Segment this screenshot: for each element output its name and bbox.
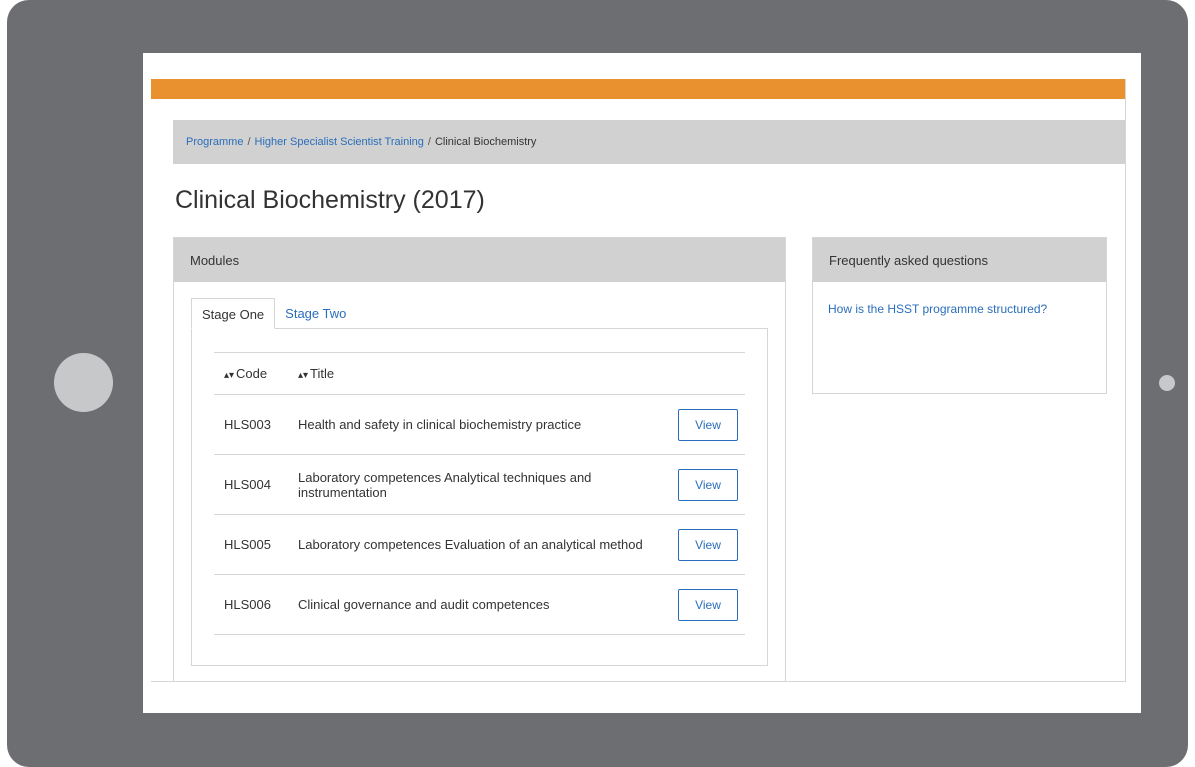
module-title: Laboratory competences Evaluation of an … (298, 514, 678, 575)
module-title: Laboratory competences Analytical techni… (298, 454, 678, 515)
column-code-label: Code (236, 366, 268, 381)
tab-content: ▴▾ Code ▴▾ Title HLS003 Health and safet… (191, 328, 768, 666)
table-header-row: ▴▾ Code ▴▾ Title (214, 352, 745, 395)
action-cell: View (678, 454, 745, 515)
column-header-code[interactable]: ▴▾ Code (214, 352, 298, 395)
view-button[interactable]: View (678, 588, 738, 621)
module-code: HLS006 (214, 574, 298, 635)
screen: Programme / Higher Specialist Scientist … (143, 53, 1141, 713)
action-cell: View (678, 574, 745, 635)
breadcrumb: Programme / Higher Specialist Scientist … (173, 120, 1125, 164)
tab-stage-two[interactable]: Stage Two (275, 298, 356, 329)
stage-tabs: Stage One Stage Two (191, 298, 356, 329)
action-cell: View (678, 394, 745, 455)
modules-panel: Modules Stage One Stage Two ▴▾ Code ▴▾ T… (173, 237, 786, 681)
tablet-frame: Programme / Higher Specialist Scientist … (7, 0, 1188, 767)
home-button (54, 353, 113, 412)
modules-table: ▴▾ Code ▴▾ Title HLS003 Health and safet… (214, 352, 745, 635)
table-row: HLS004 Laboratory competences Analytical… (214, 454, 745, 515)
column-header-title[interactable]: ▴▾ Title (298, 352, 678, 395)
modules-header: Modules (174, 238, 785, 282)
faq-header: Frequently asked questions (813, 238, 1106, 282)
breadcrumb-current: Clinical Biochemistry (434, 136, 537, 148)
module-title: Health and safety in clinical biochemist… (298, 394, 678, 455)
view-button[interactable]: View (678, 408, 738, 441)
table-row: HLS003 Health and safety in clinical bio… (214, 394, 745, 455)
action-cell: View (678, 514, 745, 575)
sort-icon: ▴▾ (224, 370, 235, 381)
page: Programme / Higher Specialist Scientist … (151, 79, 1126, 682)
module-code: HLS005 (214, 514, 298, 575)
camera-dot (1159, 375, 1175, 391)
column-header-action (678, 352, 745, 395)
sort-icon: ▴▾ (298, 370, 309, 381)
tab-stage-one[interactable]: Stage One (191, 298, 276, 329)
faq-link[interactable]: How is the HSST programme structured? (828, 302, 1048, 316)
breadcrumb-link-hsst[interactable]: Higher Specialist Scientist Training (255, 136, 424, 148)
faq-panel: Frequently asked questions How is the HS… (812, 237, 1107, 394)
accent-bar (151, 79, 1125, 99)
breadcrumb-separator: / (247, 136, 251, 148)
table-row: HLS005 Laboratory competences Evaluation… (214, 514, 745, 575)
column-title-label: Title (310, 366, 335, 381)
breadcrumb-link-programme[interactable]: Programme (186, 136, 243, 148)
view-button[interactable]: View (678, 468, 738, 501)
breadcrumb-separator: / (427, 136, 431, 148)
module-code: HLS004 (214, 454, 298, 515)
page-title: Clinical Biochemistry (2017) (175, 186, 485, 214)
module-title: Clinical governance and audit competence… (298, 574, 678, 635)
view-button[interactable]: View (678, 528, 738, 561)
table-row: HLS006 Clinical governance and audit com… (214, 574, 745, 635)
module-code: HLS003 (214, 394, 298, 455)
